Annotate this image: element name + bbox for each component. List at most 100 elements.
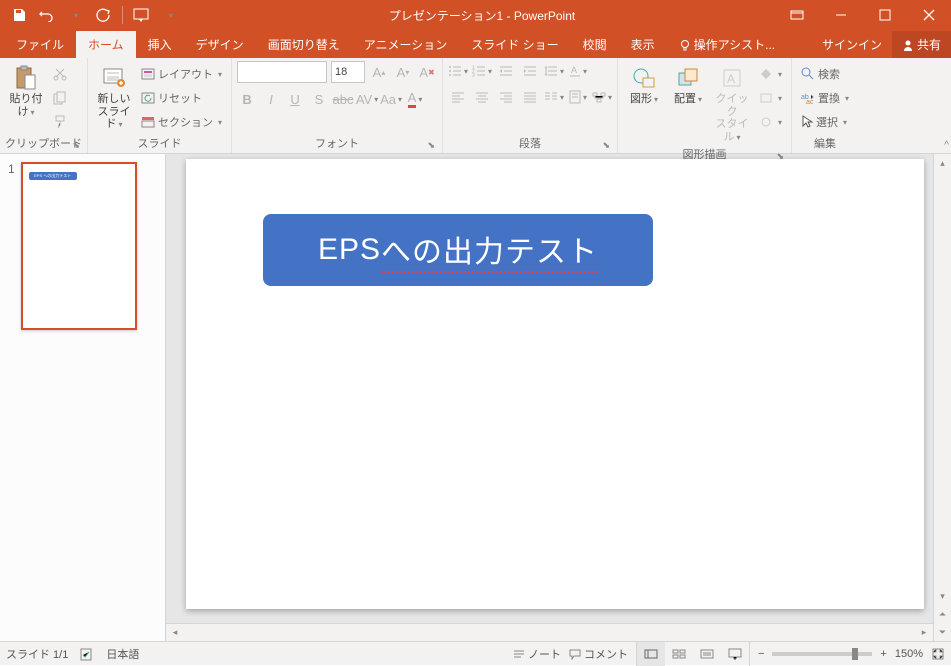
dialog-launcher-icon[interactable]: ⬊	[602, 140, 610, 151]
increase-font-icon[interactable]: A▴	[369, 62, 389, 82]
shape-outline-icon[interactable]	[755, 87, 786, 109]
smartart-icon[interactable]	[592, 87, 612, 107]
zoom-thumb[interactable]	[852, 648, 858, 660]
vscroll-track[interactable]	[934, 172, 951, 587]
undo-dropdown-icon[interactable]	[62, 2, 88, 28]
find-button[interactable]: 検索	[797, 63, 853, 85]
font-name-combo[interactable]	[237, 61, 327, 83]
signin-link[interactable]: サインイン	[812, 31, 892, 58]
justify-icon[interactable]	[520, 87, 540, 107]
scroll-right-icon[interactable]: ▸	[915, 624, 933, 641]
decrease-indent-icon[interactable]	[496, 61, 516, 81]
quick-styles-button[interactable]: A クイック スタイル	[711, 61, 753, 144]
tab-view[interactable]: 表示	[619, 31, 667, 58]
char-spacing-icon[interactable]: AV	[357, 89, 377, 109]
zoom-level[interactable]: 150%	[895, 648, 923, 660]
tab-home[interactable]: ホーム	[76, 31, 136, 58]
select-button[interactable]: 選択	[797, 111, 853, 133]
save-icon[interactable]	[6, 2, 32, 28]
italic-icon[interactable]: I	[261, 89, 281, 109]
arrange-button[interactable]: 配置	[667, 61, 709, 106]
collapse-ribbon-icon[interactable]: ^	[944, 140, 949, 151]
scroll-down-icon[interactable]: ▾	[934, 587, 951, 605]
strikethrough-icon[interactable]: abc	[333, 89, 353, 109]
replace-button[interactable]: abac置換	[797, 87, 853, 109]
align-text-icon[interactable]	[568, 87, 588, 107]
format-painter-icon[interactable]	[49, 111, 71, 133]
font-color-icon[interactable]: A	[405, 89, 425, 109]
tab-file[interactable]: ファイル	[4, 31, 76, 58]
tab-tellme[interactable]: 操作アシスト...	[667, 31, 788, 58]
align-center-icon[interactable]	[472, 87, 492, 107]
prev-slide-icon[interactable]: ⏶	[934, 605, 951, 623]
underline-icon[interactable]: U	[285, 89, 305, 109]
tab-transitions[interactable]: 画面切り替え	[256, 31, 352, 58]
line-spacing-icon[interactable]	[544, 61, 564, 81]
shapes-button[interactable]: 図形	[623, 61, 665, 106]
redo-icon[interactable]	[90, 2, 116, 28]
copy-icon[interactable]	[49, 87, 71, 109]
tab-insert[interactable]: 挿入	[136, 31, 184, 58]
decrease-font-icon[interactable]: A▾	[393, 62, 413, 82]
tab-design[interactable]: デザイン	[184, 31, 256, 58]
zoom-in-icon[interactable]: +	[880, 648, 886, 660]
slide-canvas[interactable]: EPS への出力テスト	[166, 154, 933, 623]
minimize-icon[interactable]	[819, 0, 863, 30]
scroll-up-icon[interactable]: ▴	[934, 154, 951, 172]
numbering-icon[interactable]: 123	[472, 61, 492, 81]
next-slide-icon[interactable]: ⏷	[934, 623, 951, 641]
columns-icon[interactable]	[544, 87, 564, 107]
language-indicator[interactable]: 日本語	[106, 646, 139, 662]
paste-button[interactable]: 貼り付け	[5, 61, 47, 118]
change-case-icon[interactable]: Aa	[381, 89, 401, 109]
slide-sorter-view-icon[interactable]	[665, 642, 693, 666]
share-button[interactable]: 共有	[892, 31, 951, 58]
reset-button[interactable]: リセット	[137, 87, 226, 109]
maximize-icon[interactable]	[863, 0, 907, 30]
zoom-slider[interactable]	[772, 652, 872, 656]
fit-to-window-icon[interactable]	[931, 647, 945, 661]
shape-effects-icon[interactable]	[755, 111, 786, 133]
notes-button[interactable]: ノート	[513, 646, 561, 662]
spellcheck-icon[interactable]	[80, 647, 94, 661]
new-slide-button[interactable]: 新しい スライド	[93, 61, 135, 131]
tab-review[interactable]: 校閲	[571, 31, 619, 58]
clear-formatting-icon[interactable]: A✖	[417, 62, 437, 82]
slide-counter[interactable]: スライド 1/1	[6, 646, 68, 662]
zoom-out-icon[interactable]: −	[758, 648, 764, 660]
bullets-icon[interactable]	[448, 61, 468, 81]
bold-icon[interactable]: B	[237, 89, 257, 109]
start-from-beginning-icon[interactable]	[129, 2, 155, 28]
vertical-scrollbar[interactable]: ▴ ▾ ⏶ ⏷	[933, 154, 951, 641]
shadow-icon[interactable]: S	[309, 89, 329, 109]
slide[interactable]: EPS への出力テスト	[186, 159, 924, 609]
tellme-label: 操作アシスト...	[694, 36, 776, 53]
slide-thumbnail[interactable]: EPS への出力テスト	[21, 162, 137, 330]
cut-icon[interactable]	[49, 63, 71, 85]
reading-view-icon[interactable]	[693, 642, 721, 666]
layout-button[interactable]: レイアウト	[137, 63, 226, 85]
increase-indent-icon[interactable]	[520, 61, 540, 81]
align-left-icon[interactable]	[448, 87, 468, 107]
scroll-left-icon[interactable]: ◂	[166, 624, 184, 641]
section-button[interactable]: セクション	[137, 111, 226, 133]
ribbon-options-icon[interactable]	[775, 0, 819, 30]
undo-icon[interactable]	[34, 2, 60, 28]
shape-fill-icon[interactable]	[755, 63, 786, 85]
tab-slideshow[interactable]: スライド ショー	[459, 31, 570, 58]
normal-view-icon[interactable]	[637, 642, 665, 666]
comments-button[interactable]: コメント	[569, 646, 628, 662]
font-size-combo[interactable]: 18	[331, 61, 365, 83]
tab-animations[interactable]: アニメーション	[352, 31, 460, 58]
layout-label: レイアウト	[158, 66, 213, 82]
dialog-launcher-icon[interactable]: ⬊	[427, 140, 435, 151]
hscroll-track[interactable]	[184, 624, 915, 641]
slideshow-view-icon[interactable]	[721, 642, 749, 666]
close-icon[interactable]	[907, 0, 951, 30]
text-box-shape[interactable]: EPS への出力テスト	[263, 214, 653, 286]
dialog-launcher-icon[interactable]: ⬊	[72, 140, 80, 151]
align-right-icon[interactable]	[496, 87, 516, 107]
horizontal-scrollbar[interactable]: ◂ ▸	[166, 623, 933, 641]
qat-customize-icon[interactable]	[157, 2, 183, 28]
text-direction-icon[interactable]: A	[568, 61, 588, 81]
